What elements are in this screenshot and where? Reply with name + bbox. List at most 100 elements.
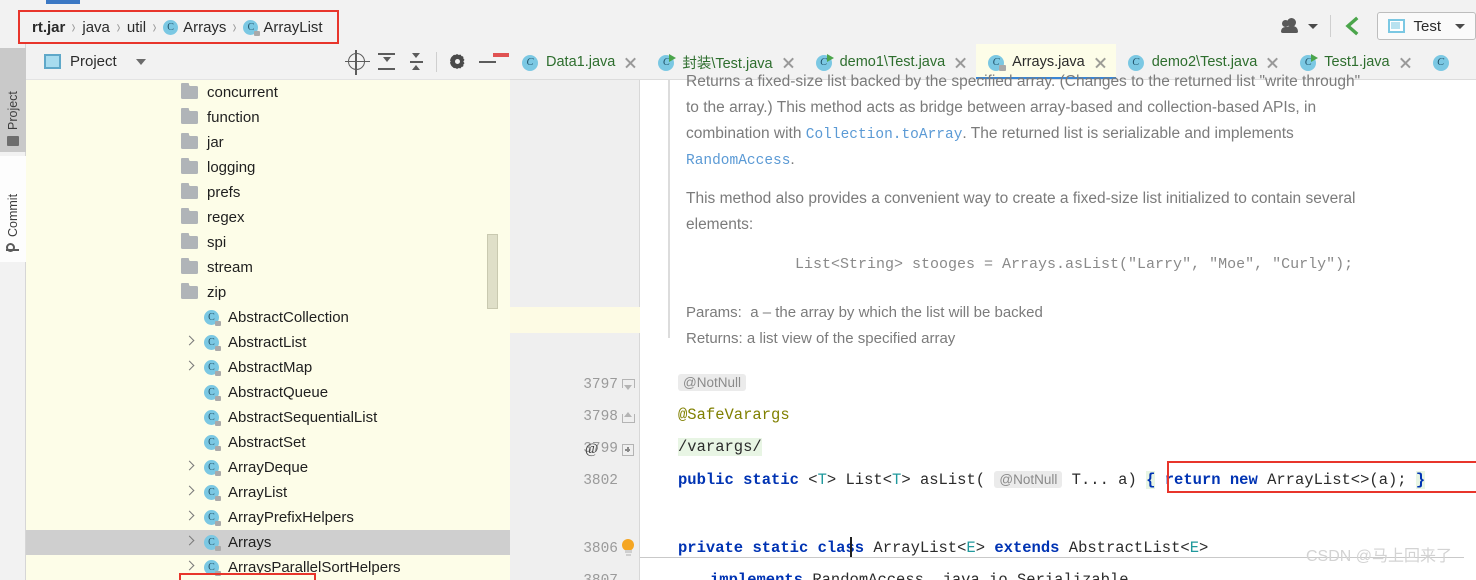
tree-item-jar[interactable]: jar bbox=[26, 130, 510, 155]
tree-item-abstractsequentiallist[interactable]: AbstractSequentialList bbox=[26, 405, 510, 430]
chevron-right-icon[interactable] bbox=[184, 336, 196, 348]
editor-tab-label: Test1.java bbox=[1324, 54, 1390, 70]
breadcrumb-item-label: Arrays bbox=[183, 18, 227, 36]
tree-item-abstractmap[interactable]: AbstractMap bbox=[26, 355, 510, 380]
tree-item-function[interactable]: function bbox=[26, 105, 510, 130]
close-icon[interactable] bbox=[1094, 56, 1107, 69]
line-number: 3806 bbox=[583, 541, 618, 557]
chevron-right-icon[interactable] bbox=[184, 561, 196, 573]
tree-item-arraysparallelsorthelpers[interactable]: ArraysParallelSortHelpers bbox=[26, 555, 510, 580]
breadcrumb-separator: › bbox=[116, 16, 121, 38]
users-icon bbox=[1281, 18, 1302, 34]
close-icon[interactable] bbox=[1399, 56, 1412, 69]
method-name: asList( bbox=[919, 471, 986, 489]
project-tree[interactable]: concurrent function jar logging prefs regex sp… bbox=[26, 80, 510, 580]
tool-tab-commit-label: Commit bbox=[6, 193, 20, 237]
annotation-gutter-marker: @ bbox=[585, 441, 599, 457]
tree-item-spi[interactable]: spi bbox=[26, 230, 510, 255]
breadcrumb-item-label: rt.jar bbox=[32, 18, 66, 36]
tree-item-label: ArrayDeque bbox=[228, 459, 309, 476]
javadoc-params: Params: a – the array by which the list … bbox=[686, 304, 1043, 321]
folder-icon bbox=[181, 83, 198, 99]
tree-item-zip[interactable]: zip bbox=[26, 280, 510, 305]
minimize-icon bbox=[478, 60, 496, 63]
fold-expand-icon[interactable] bbox=[622, 444, 634, 456]
chevron-down-icon[interactable] bbox=[135, 58, 146, 65]
chevron-right-icon[interactable] bbox=[184, 536, 196, 548]
tree-item-label: ArraysParallelSortHelpers bbox=[228, 559, 401, 576]
javadoc-code-link[interactable]: RandomAccess bbox=[686, 153, 790, 169]
fold-down-icon[interactable] bbox=[622, 379, 635, 392]
class-icon bbox=[204, 485, 221, 501]
breadcrumb[interactable]: rt.jar › java › util › Arrays › ArrayList bbox=[18, 10, 339, 44]
breadcrumb-item-util[interactable]: util bbox=[125, 19, 148, 36]
tree-item-arrays[interactable]: Arrays bbox=[26, 530, 510, 555]
project-tree-scrollbar[interactable] bbox=[487, 234, 498, 309]
tree-item-abstractlist[interactable]: AbstractList bbox=[26, 330, 510, 355]
javadoc-code-link[interactable]: Collection.toArray bbox=[806, 127, 963, 143]
tree-item-label: AbstractList bbox=[228, 334, 307, 351]
varargs-comment: /varargs/ bbox=[678, 438, 762, 456]
java-class-icon: C bbox=[1432, 54, 1450, 71]
project-title-group[interactable]: Project bbox=[26, 53, 146, 70]
class-icon bbox=[204, 335, 221, 351]
breadcrumb-item-arraylist[interactable]: ArrayList bbox=[241, 19, 324, 36]
chevron-right-icon[interactable] bbox=[184, 511, 196, 523]
breadcrumb-separator: › bbox=[71, 16, 76, 38]
locate-button[interactable] bbox=[343, 49, 370, 75]
tree-item-label: concurrent bbox=[207, 84, 278, 101]
return-type: List bbox=[845, 471, 883, 489]
left-tool-window-bar: Project Commit bbox=[0, 44, 26, 580]
tree-item-label: zip bbox=[207, 284, 227, 301]
breadcrumb-item-java[interactable]: java bbox=[80, 19, 112, 36]
tree-item-concurrent[interactable]: concurrent bbox=[26, 80, 510, 105]
tree-item-prefs[interactable]: prefs bbox=[26, 180, 510, 205]
editor-tab-data1java[interactable]: C Data1.java bbox=[510, 44, 646, 79]
tool-tab-commit[interactable]: Commit bbox=[0, 156, 26, 262]
class-icon bbox=[204, 435, 221, 451]
tree-item-label: spi bbox=[207, 234, 227, 251]
close-icon[interactable] bbox=[782, 56, 795, 69]
run-configuration-selector[interactable]: Test bbox=[1377, 12, 1476, 40]
tree-item-abstractqueue[interactable]: AbstractQueue bbox=[26, 380, 510, 405]
update-project-button[interactable] bbox=[1335, 11, 1375, 41]
brace-close: } bbox=[1415, 471, 1426, 489]
tree-item-arraylist[interactable]: ArrayList bbox=[26, 480, 510, 505]
fold-up-icon[interactable] bbox=[622, 411, 635, 424]
breadcrumb-item-arrays[interactable]: Arrays bbox=[161, 19, 228, 36]
tree-item-logging[interactable]: logging bbox=[26, 155, 510, 180]
javadoc-text: combination with bbox=[686, 125, 806, 142]
tree-item-arraydeque[interactable]: ArrayDeque bbox=[26, 455, 510, 480]
project-icon bbox=[44, 54, 61, 69]
close-icon[interactable] bbox=[1266, 56, 1279, 69]
editor-area: C Data1.java C 封装\Test.java Cdemo1\Test.java… bbox=[510, 44, 1476, 580]
chevron-right-icon[interactable] bbox=[184, 461, 196, 473]
close-icon[interactable] bbox=[954, 56, 967, 69]
tree-item-stream[interactable]: stream bbox=[26, 255, 510, 280]
generic-open: < bbox=[808, 471, 818, 489]
expand-all-button[interactable] bbox=[373, 49, 399, 75]
inner-class-name-end: > bbox=[975, 539, 986, 557]
notnull-chip: @NotNull bbox=[678, 374, 746, 391]
tree-item-arrayprefixhelpers[interactable]: ArrayPrefixHelpers bbox=[26, 505, 510, 530]
chevron-right-icon[interactable] bbox=[184, 486, 196, 498]
editor-tab-label: Data1.java bbox=[546, 54, 616, 70]
tree-item-abstractcollection[interactable]: AbstractCollection bbox=[26, 305, 510, 330]
settings-button[interactable] bbox=[444, 49, 470, 75]
tree-item-regex[interactable]: regex bbox=[26, 205, 510, 230]
close-icon[interactable] bbox=[624, 56, 637, 69]
intention-bulb-icon[interactable] bbox=[620, 539, 636, 557]
folder-icon bbox=[181, 258, 198, 274]
tree-item-abstractset[interactable]: AbstractSet bbox=[26, 430, 510, 455]
folder-icon bbox=[181, 108, 198, 124]
class-icon bbox=[204, 360, 221, 376]
collapse-all-button[interactable] bbox=[403, 49, 429, 75]
tool-tab-project[interactable]: Project bbox=[0, 48, 26, 152]
safevarargs-annotation: @SafeVarargs bbox=[678, 406, 790, 424]
chevron-right-icon[interactable] bbox=[184, 361, 196, 373]
superclass-generic: E bbox=[1189, 539, 1200, 557]
generic-t: T bbox=[817, 471, 827, 489]
breadcrumb-item-rtjar[interactable]: rt.jar bbox=[30, 19, 67, 36]
class-icon bbox=[204, 385, 221, 401]
user-account-button[interactable] bbox=[1274, 11, 1326, 41]
